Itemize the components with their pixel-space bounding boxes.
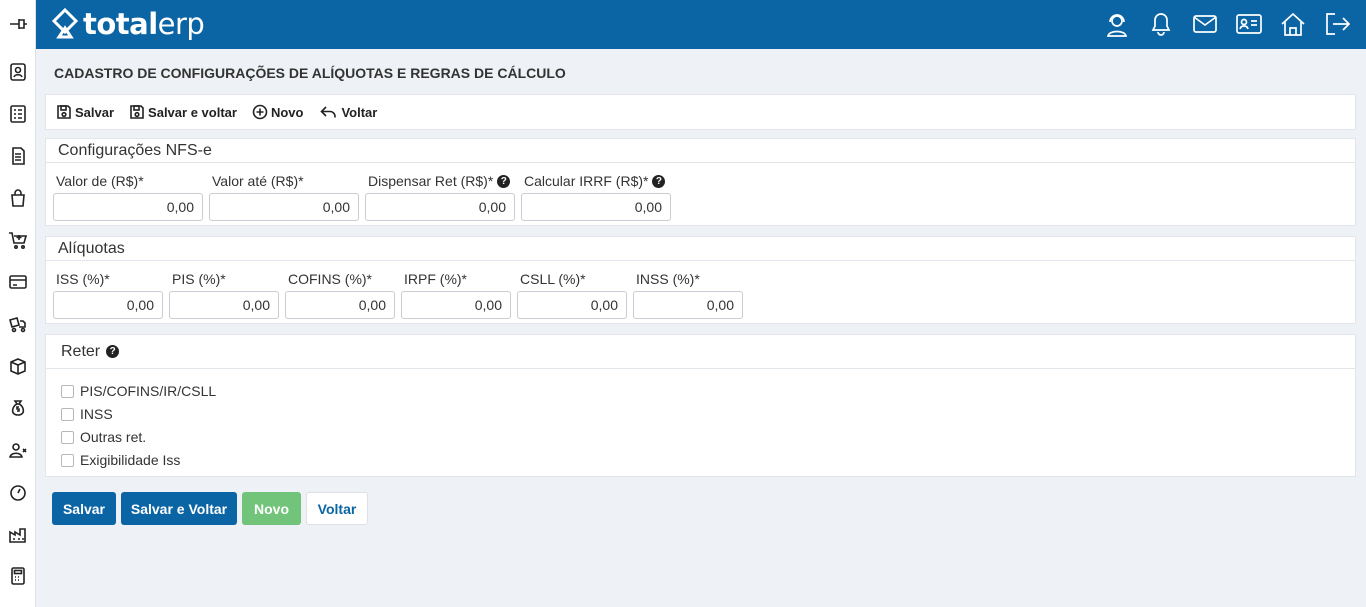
list-icon[interactable] (7, 103, 29, 125)
reter-option-exigibilidade-iss[interactable]: Exigibilidade Iss (61, 452, 180, 468)
reter-option-label: PIS/COFINS/IR/CSLL (80, 383, 217, 399)
iss-label: ISS (%)* (56, 271, 110, 287)
money-bag-icon[interactable] (7, 397, 29, 419)
help-icon[interactable]: ? (497, 174, 511, 188)
bag-icon[interactable] (7, 187, 29, 209)
plus-circle-icon (252, 104, 268, 120)
toolbar-save-back-label: Salvar e voltar (148, 104, 237, 120)
reter-title: Reter (61, 342, 101, 360)
toolbar-new-label: Novo (270, 104, 304, 120)
aliquotas-title: Alíquotas (46, 237, 1355, 261)
inss-label: INSS (%)* (636, 271, 700, 287)
truck-icon[interactable] (7, 313, 29, 335)
toolbar-new-button[interactable]: Novo (252, 104, 304, 120)
cart-icon[interactable] (7, 229, 29, 251)
reply-icon (320, 106, 337, 118)
iss-input[interactable] (53, 291, 163, 319)
toolbar-back-button[interactable]: Voltar (318, 104, 377, 120)
calcular-irrf-input[interactable] (521, 193, 671, 221)
dispensar-ret-input[interactable] (365, 193, 515, 221)
irpf-label: IRPF (%)* (404, 271, 467, 287)
csll-field: CSLL (%)* (517, 270, 627, 319)
valor-de-input[interactable] (53, 193, 203, 221)
help-icon[interactable]: ? (106, 345, 120, 358)
home-icon[interactable] (1278, 9, 1308, 39)
valor-de-field: Valor de (R$)* (53, 172, 203, 221)
logo-icon (51, 7, 79, 39)
aliquotas-panel: Alíquotas ISS (%)* PIS (%)* COFINS (%)* … (45, 236, 1356, 324)
inss-input[interactable] (633, 291, 743, 319)
save-icon (57, 105, 71, 119)
help-icon[interactable]: ? (652, 174, 666, 188)
credit-card-icon[interactable] (7, 271, 29, 293)
valor-ate-input[interactable] (209, 193, 359, 221)
inss-field: INSS (%)* (633, 270, 743, 319)
cofins-label: COFINS (%)* (288, 271, 372, 287)
checkbox[interactable] (61, 384, 74, 398)
calcular-irrf-field: Calcular IRRF (R$)*? (521, 172, 671, 221)
action-toolbar: Salvar Salvar e voltar Novo Voltar (45, 94, 1356, 130)
checkbox[interactable] (61, 453, 74, 467)
checkbox[interactable] (61, 430, 74, 444)
calcular-irrf-label: Calcular IRRF (R$)*? (524, 172, 666, 190)
irpf-input[interactable] (401, 291, 511, 319)
reter-header: Reter ? (46, 335, 1355, 369)
dispensar-ret-label: Dispensar Ret (R$)*? (368, 172, 511, 190)
sidebar (0, 0, 36, 607)
pis-input[interactable] (169, 291, 279, 319)
toolbar-save-button[interactable]: Salvar (56, 104, 114, 120)
reter-option-pis-cofins-ir-csll[interactable]: PIS/COFINS/IR/CSLL (61, 383, 216, 399)
reter-option-inss[interactable]: INSS (61, 406, 113, 422)
page-title: CADASTRO DE CONFIGURAÇÕES DE ALÍQUOTAS E… (54, 65, 566, 81)
toolbar-save-back-button[interactable]: Salvar e voltar (129, 104, 237, 120)
new-button[interactable]: Novo (242, 492, 301, 525)
id-card-icon[interactable] (1234, 9, 1264, 39)
user-remove-icon[interactable] (7, 439, 29, 461)
cofins-input[interactable] (285, 291, 395, 319)
valor-de-label: Valor de (R$)* (56, 173, 144, 189)
back-button[interactable]: Voltar (306, 492, 368, 525)
save-and-back-button[interactable]: Salvar e Voltar (121, 492, 237, 525)
iss-field: ISS (%)* (53, 270, 163, 319)
brand-name-bold: total (83, 7, 158, 41)
top-bar: total erp (36, 0, 1366, 49)
valor-ate-field: Valor até (R$)* (209, 172, 359, 221)
calculator-icon[interactable] (7, 565, 29, 587)
box-icon[interactable] (7, 355, 29, 377)
csll-input[interactable] (517, 291, 627, 319)
pis-field: PIS (%)* (169, 270, 279, 319)
gauge-icon[interactable] (7, 481, 29, 503)
checkbox[interactable] (61, 407, 74, 421)
dispensar-ret-field: Dispensar Ret (R$)*? (365, 172, 515, 221)
nfse-config-panel: Configurações NFS-e Valor de (R$)* Valor… (45, 138, 1356, 226)
reter-option-label: Exigibilidade Iss (80, 452, 181, 468)
pis-label: PIS (%)* (172, 271, 226, 287)
reter-option-outras-ret[interactable]: Outras ret. (61, 429, 146, 445)
nfse-config-title: Configurações NFS-e (46, 139, 1355, 163)
reter-option-label: Outras ret. (80, 429, 147, 445)
pin-icon[interactable] (7, 13, 29, 35)
document-icon[interactable] (7, 145, 29, 167)
brand-logo[interactable]: total erp (50, 6, 205, 42)
support-icon[interactable] (1102, 9, 1132, 39)
irpf-field: IRPF (%)* (401, 270, 511, 319)
logout-icon[interactable] (1322, 9, 1352, 39)
bell-icon[interactable] (1146, 9, 1176, 39)
save-icon (130, 105, 144, 119)
valor-ate-label: Valor até (R$)* (212, 173, 304, 189)
reter-option-label: INSS (80, 406, 113, 422)
user-card-icon[interactable] (7, 61, 29, 83)
mail-icon[interactable] (1190, 9, 1220, 39)
factory-icon[interactable] (7, 523, 29, 545)
csll-label: CSLL (%)* (520, 271, 586, 287)
save-button[interactable]: Salvar (52, 492, 116, 525)
reter-panel: Reter ? PIS/COFINS/IR/CSLL INSS Outras r… (45, 334, 1356, 477)
cofins-field: COFINS (%)* (285, 270, 395, 319)
toolbar-back-label: Voltar (341, 104, 378, 120)
brand-name-light: erp (157, 7, 205, 41)
toolbar-save-label: Salvar (75, 104, 115, 120)
